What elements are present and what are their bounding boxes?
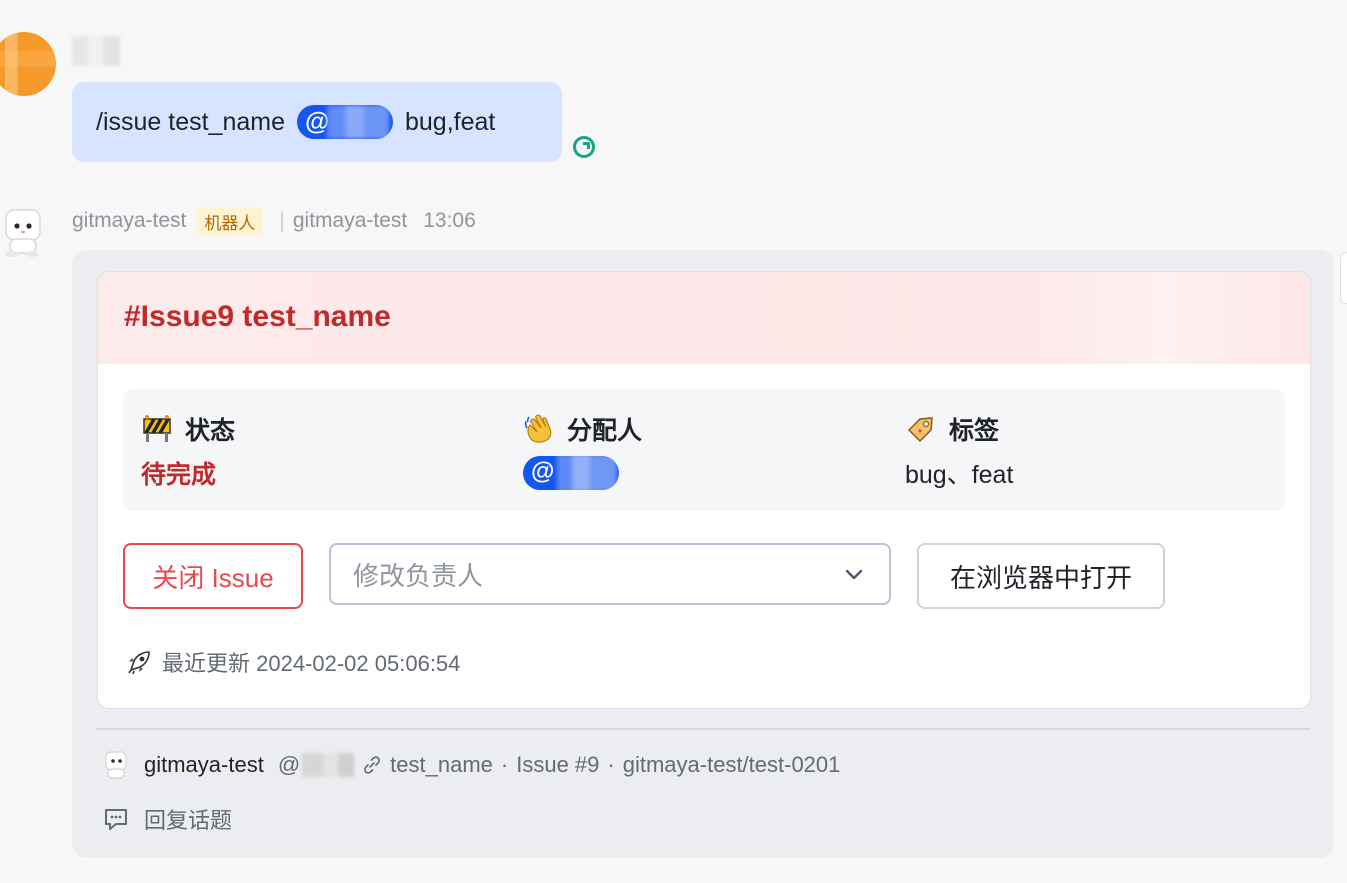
card-title: #Issue9 test_name — [124, 300, 391, 333]
assignee-mention[interactable]: @ — [523, 456, 619, 490]
side-handle[interactable] — [1340, 252, 1347, 304]
bot-tag: 机器人 — [196, 206, 264, 236]
reply-topic-button[interactable]: 回复话题 — [102, 804, 232, 834]
issue-card: #Issue9 test_name 状态 待完成 分配人 @ 标签 bug、fe… — [97, 271, 1311, 709]
labels-column: 标签 bug、feat — [905, 411, 1013, 491]
close-issue-button[interactable]: 关闭 Issue — [123, 543, 303, 609]
assignee-name-redacted — [557, 456, 617, 490]
bot-small-avatar-icon — [105, 751, 127, 779]
open-in-browser-button[interactable]: 在浏览器中打开 — [917, 543, 1165, 609]
footer-dot-2: · — [607, 752, 615, 777]
chevron-down-icon — [845, 569, 863, 580]
comment-icon — [105, 809, 127, 830]
source-line: gitmaya-test @ test_name · Issue #9 · gi… — [102, 748, 840, 782]
updated-row: 最近更新 2024-02-02 05:06:54 — [126, 646, 460, 678]
link-icon — [364, 756, 381, 774]
waving-hand-icon — [524, 414, 552, 443]
footer-handle-at: @ — [277, 752, 301, 777]
bot-app-name[interactable]: gitmaya-test — [293, 209, 407, 233]
footer-topic[interactable]: test_name — [390, 752, 493, 778]
user-name-redacted — [72, 36, 120, 66]
info-panel: 状态 待完成 分配人 @ 标签 bug、feat — [123, 389, 1285, 511]
bot-message-header: gitmaya-test 机器人 | gitmaya-test 13:06 — [72, 206, 476, 236]
assignee-at: @ — [531, 458, 555, 485]
mention-name-redacted — [327, 105, 389, 139]
label-tag-icon — [907, 417, 933, 443]
footer-dot-1: · — [500, 752, 509, 777]
assignee-column: 分配人 @ — [523, 411, 642, 491]
reply-topic-label: 回复话题 — [144, 808, 233, 833]
user-message-bubble[interactable]: /issue test_name @ bug,feat — [72, 82, 562, 162]
status-value: 待完成 — [141, 461, 217, 489]
assignee-select[interactable]: 修改负责人 — [329, 543, 891, 605]
updated-text: 最近更新 2024-02-02 05:06:54 — [162, 651, 461, 676]
assignee-label: 分配人 — [567, 417, 643, 445]
status-label: 状态 — [185, 417, 236, 445]
labels-text: bug,feat — [405, 107, 496, 136]
assignee-select-placeholder: 修改负责人 — [353, 560, 484, 591]
mention-at: @ — [305, 107, 330, 136]
construction-icon — [143, 415, 171, 442]
rocket-icon — [128, 651, 150, 675]
command-text: /issue test_name — [96, 107, 285, 136]
footer-repo[interactable]: gitmaya-test/test-0201 — [623, 752, 841, 778]
footer-bot-name[interactable]: gitmaya-test — [144, 752, 264, 778]
labels-label: 标签 — [949, 417, 1000, 445]
bot-sender-name[interactable]: gitmaya-test — [72, 209, 186, 233]
labels-value: bug、feat — [905, 461, 1014, 489]
mention-pill[interactable]: @ — [297, 105, 393, 139]
card-header: #Issue9 test_name — [98, 272, 1310, 364]
header-separator: | — [279, 209, 285, 232]
read-status-icon — [573, 136, 595, 158]
footer-handle-redacted — [302, 753, 355, 777]
card-footer-divider — [96, 728, 1310, 730]
bot-avatar-icon[interactable] — [0, 206, 44, 258]
status-column: 状态 待完成 — [141, 411, 235, 491]
message-time: 13:06 — [423, 209, 476, 232]
footer-issue-ref[interactable]: Issue #9 — [516, 752, 599, 778]
user-avatar[interactable] — [0, 32, 56, 96]
